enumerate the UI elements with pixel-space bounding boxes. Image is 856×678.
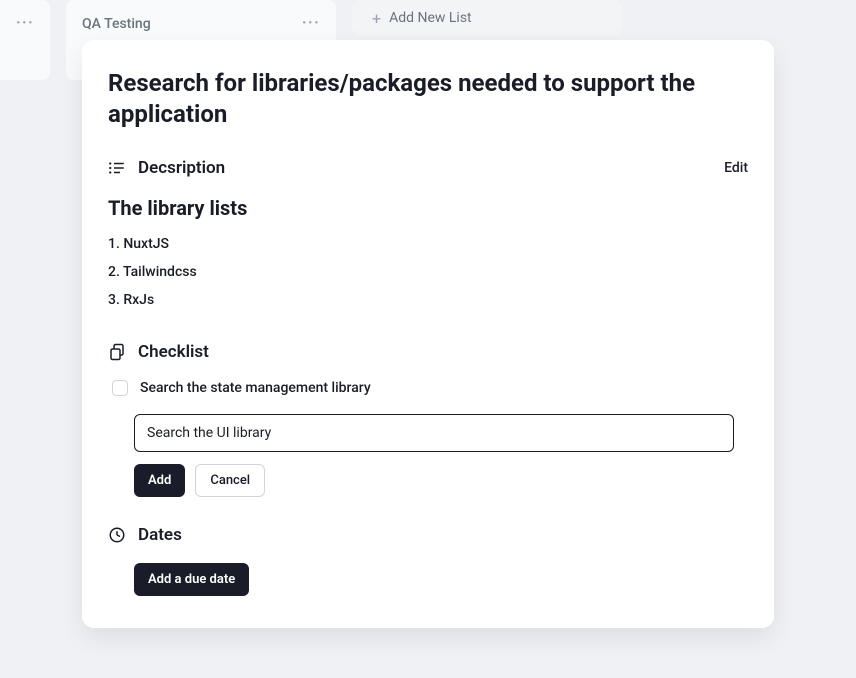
description-list-item: 2. Tailwindcss	[108, 264, 748, 280]
checklist-icon	[108, 343, 126, 361]
checklist-input-wrap	[134, 414, 748, 452]
checklist-item: Search the state management library	[108, 380, 748, 396]
cancel-button[interactable]: Cancel	[195, 464, 265, 497]
checklist-buttons: Add Cancel	[134, 464, 748, 497]
edit-button[interactable]: Edit	[724, 160, 748, 176]
checklist-item-label: Search the state management library	[140, 380, 371, 396]
description-icon	[108, 159, 126, 177]
task-modal: Research for libraries/packages needed t…	[82, 40, 774, 628]
description-heading: The library lists	[108, 196, 748, 220]
description-header-left: Decsription	[108, 158, 225, 178]
dates-section: Dates Add a due date	[108, 525, 748, 596]
description-list-item: 3. RxJs	[108, 292, 748, 308]
clock-icon	[108, 526, 126, 544]
dates-header: Dates	[108, 525, 748, 545]
checklist-section: Checklist Search the state management li…	[108, 342, 748, 497]
description-section-label: Decsription	[138, 158, 225, 178]
checklist-input[interactable]	[134, 414, 734, 452]
dates-section-label: Dates	[138, 525, 182, 545]
checklist-section-label: Checklist	[138, 342, 209, 362]
add-button[interactable]: Add	[134, 464, 185, 497]
add-due-date-button[interactable]: Add a due date	[134, 563, 249, 596]
description-header: Decsription Edit	[108, 158, 748, 178]
modal-overlay: Research for libraries/packages needed t…	[0, 0, 856, 678]
checkbox[interactable]	[112, 380, 128, 396]
description-content: The library lists 1. NuxtJS 2. Tailwindc…	[108, 196, 748, 308]
checklist-header: Checklist	[108, 342, 748, 362]
description-list-item: 1. NuxtJS	[108, 236, 748, 252]
task-title: Research for libraries/packages needed t…	[108, 68, 748, 130]
